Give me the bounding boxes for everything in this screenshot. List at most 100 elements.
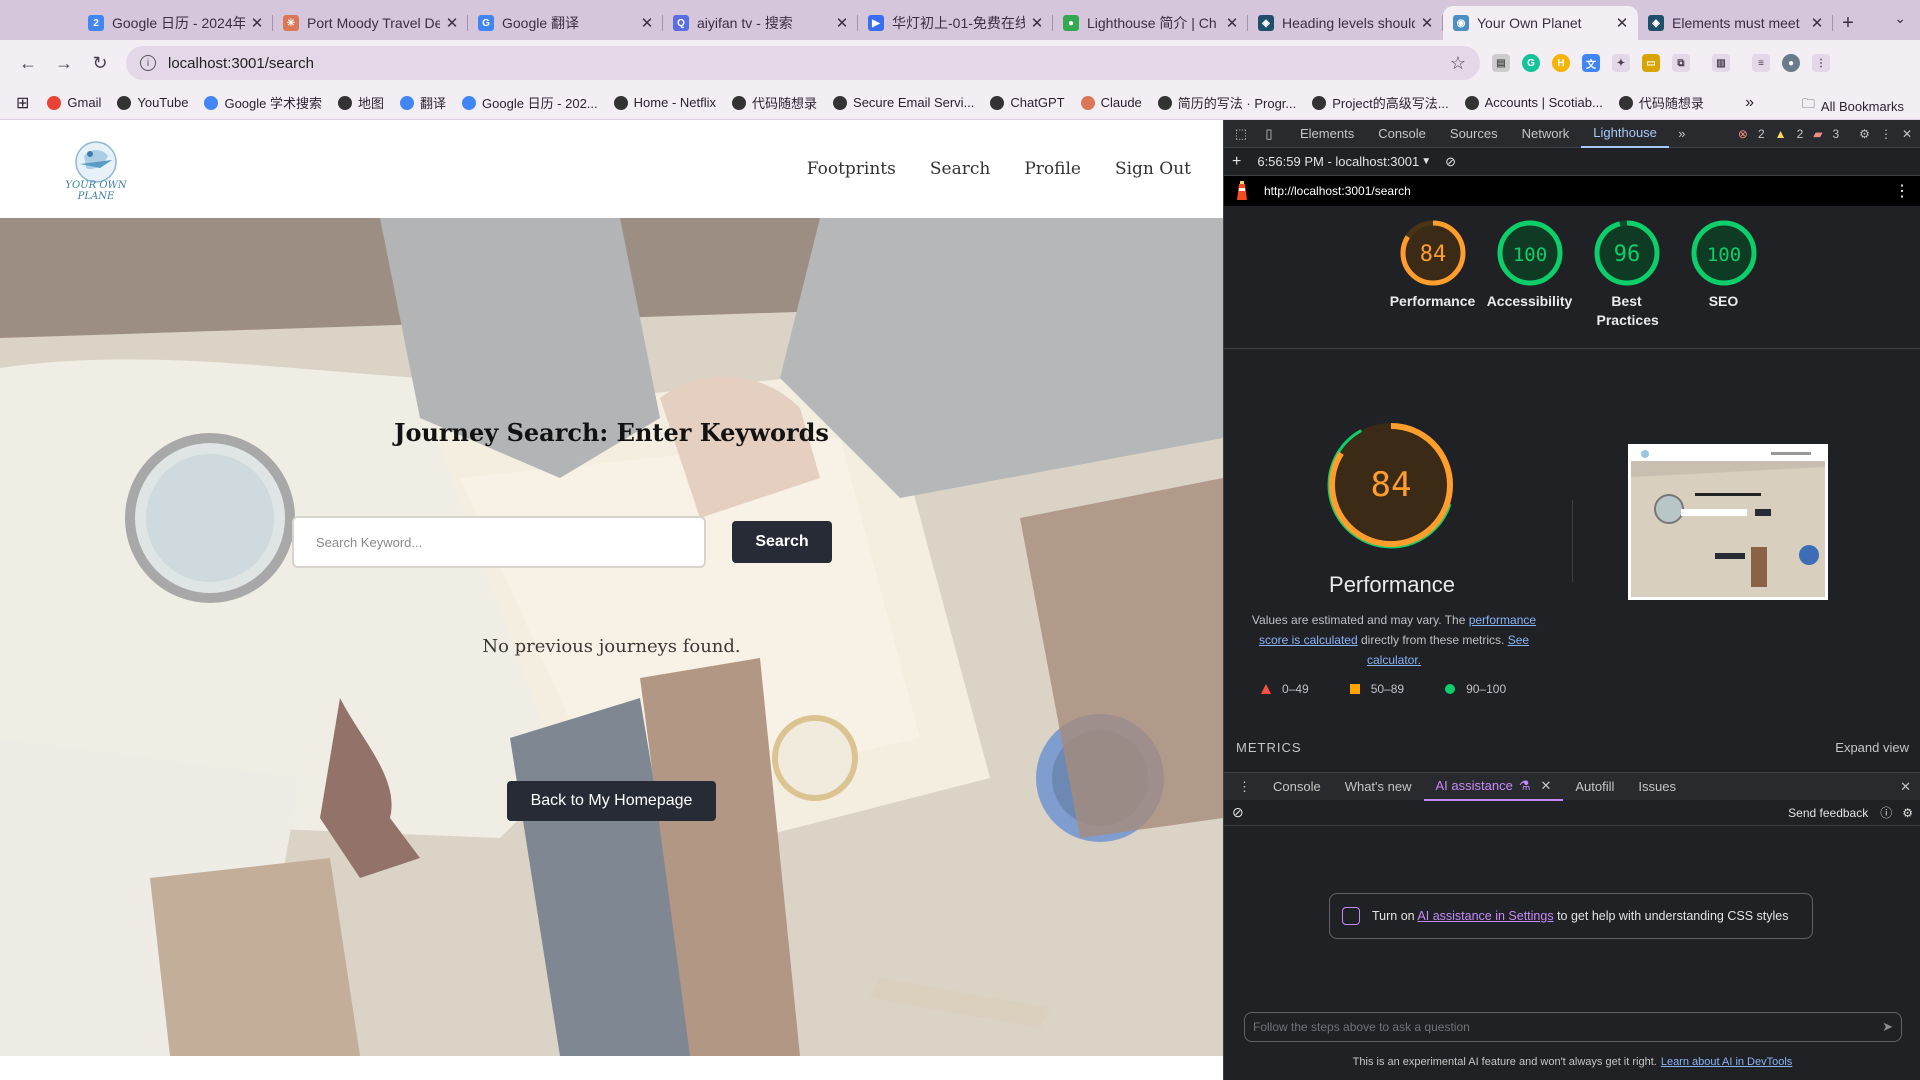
drawer-tab-console[interactable]: Console (1261, 773, 1333, 801)
close-tab-icon[interactable]: ✕ (1809, 14, 1825, 32)
bookmark-item[interactable]: 代码随想录 (1618, 93, 1704, 112)
bookmark-item[interactable]: Project的高级写法... (1312, 93, 1449, 112)
devtools-tab-console[interactable]: Console (1366, 120, 1438, 148)
close-tab-icon[interactable]: ✕ (1224, 14, 1240, 32)
nav-search[interactable]: Search (930, 159, 990, 179)
bookmark-item[interactable]: Accounts | Scotiab... (1464, 93, 1603, 112)
drawer-tab-ai-assistance[interactable]: AI assistance ⚗ ✕ (1423, 773, 1564, 801)
browser-tab[interactable]: ✳ Port Moody Travel De ✕ (273, 6, 468, 40)
translate-extension-icon[interactable]: 文 (1582, 54, 1600, 72)
expand-view-button[interactable]: Expand view (1835, 740, 1909, 766)
nav-footprints[interactable]: Footprints (807, 159, 896, 179)
close-drawer-icon[interactable]: ✕ (1900, 779, 1920, 795)
send-feedback-link[interactable]: Send feedback (1788, 806, 1868, 820)
browser-menu-icon[interactable]: ⋮ (1812, 54, 1830, 72)
close-tab-icon[interactable]: ✕ (834, 14, 850, 32)
extensions-puzzle-icon[interactable]: ⧉ (1672, 54, 1690, 72)
back-to-homepage-button[interactable]: Back to My Homepage (507, 781, 716, 821)
apps-grid-icon[interactable]: ⊞ (16, 93, 29, 113)
drawer-menu-icon[interactable]: ⋮ (1228, 779, 1261, 795)
devtools-tab-lighthouse[interactable]: Lighthouse (1581, 120, 1669, 148)
close-tab-icon[interactable]: ✕ (1614, 14, 1630, 32)
ai-settings-icon[interactable]: ⚙ (1902, 806, 1913, 820)
extension-sparkle-icon[interactable]: ✦ (1612, 54, 1630, 72)
browser-tab[interactable]: ◈ Heading levels should ✕ (1248, 6, 1443, 40)
back-button[interactable]: ← (10, 45, 46, 81)
new-report-icon[interactable]: + (1232, 153, 1241, 171)
bookmark-item[interactable]: Gmail (47, 93, 101, 112)
browser-tab[interactable]: ◉ Your Own Planet ✕ (1443, 6, 1638, 40)
ai-question-input[interactable] (1253, 1020, 1883, 1034)
clear-chat-icon[interactable]: ⊘ (1232, 804, 1244, 821)
close-tab-icon[interactable]: ✕ (1419, 14, 1435, 32)
media-controls-icon[interactable]: ≡ (1752, 54, 1770, 72)
chevron-down-icon[interactable]: ▼ (1421, 156, 1431, 167)
report-selector[interactable]: 6:56:59 PM - localhost:3001 (1257, 154, 1419, 169)
bookmark-star-icon[interactable]: ☆ (1450, 53, 1466, 74)
learn-about-ai-link[interactable]: Learn about AI in DevTools (1661, 1056, 1792, 1068)
close-tab-icon[interactable]: ✕ (1029, 14, 1045, 32)
search-keyword-input[interactable] (292, 516, 706, 568)
drawer-tab-issues[interactable]: Issues (1626, 773, 1688, 801)
bookmark-item[interactable]: Secure Email Servi... (833, 93, 974, 112)
search-button[interactable]: Search (732, 521, 832, 563)
bookmark-item[interactable]: Home - Netflix (613, 93, 716, 112)
page-screenshot-thumbnail[interactable] (1628, 444, 1828, 600)
all-bookmarks-button[interactable]: 🗀 All Bookmarks (1802, 95, 1904, 117)
drawer-tab-whats-new[interactable]: What's new (1333, 773, 1424, 801)
bookmark-item[interactable]: 翻译 (400, 93, 446, 112)
browser-tab[interactable]: Qaiyifan tv - 搜索 ✕ (663, 6, 858, 40)
report-menu-icon[interactable]: ⋮ (1894, 181, 1910, 201)
inspect-element-icon[interactable]: ⬚ (1232, 125, 1250, 143)
close-devtools-icon[interactable]: ✕ (1902, 127, 1912, 141)
drawer-tab-autofill[interactable]: Autofill (1563, 773, 1626, 801)
score-gauge[interactable]: 100 Accessibility (1481, 220, 1578, 330)
device-toolbar-icon[interactable]: ▯ (1260, 125, 1278, 143)
close-ai-tab-icon[interactable]: ✕ (1540, 778, 1551, 794)
bookmark-item[interactable]: YouTube (117, 93, 188, 112)
bookmark-item[interactable]: Google 学术搜索 (204, 93, 322, 112)
bookmark-item[interactable]: 代码随想录 (732, 93, 817, 112)
score-gauge[interactable]: 96 Best Practices (1578, 220, 1675, 330)
score-gauge[interactable]: 84 Performance (1384, 220, 1481, 330)
extension-card-icon[interactable]: ▭ (1642, 54, 1660, 72)
ai-settings-link[interactable]: AI assistance in Settings (1417, 909, 1553, 923)
reload-button[interactable]: ↻ (82, 45, 118, 81)
bookmark-item[interactable]: 地图 (338, 93, 384, 112)
clear-reports-icon[interactable]: ⊘ (1445, 154, 1456, 170)
tab-search-icon[interactable]: ⌄ (1894, 10, 1906, 27)
address-bar[interactable]: i localhost:3001/search ☆ (126, 46, 1480, 80)
settings-gear-icon[interactable]: ⚙ (1859, 127, 1870, 141)
nav-profile[interactable]: Profile (1024, 159, 1081, 179)
bookmark-item[interactable]: 简历的写法 · Progr... (1157, 93, 1296, 112)
devtools-counters[interactable]: ⊗ 2 ▲ 2 ▰ 3 ⚙ ⋮ ✕ (1738, 127, 1912, 141)
bookmark-item[interactable]: Claude (1080, 93, 1142, 112)
more-tabs-icon[interactable]: » (1673, 125, 1691, 143)
browser-tab[interactable]: 2 Google 日历 - 2024年 ✕ (78, 6, 273, 40)
close-tab-icon[interactable]: ✕ (249, 14, 265, 32)
browser-tab[interactable]: ◈ Elements must meet ✕ (1638, 6, 1833, 40)
performance-big-gauge[interactable]: 84 (1326, 420, 1456, 550)
browser-tab[interactable]: ▶ 华灯初上-01-免费在线 ✕ (858, 6, 1053, 40)
close-tab-icon[interactable]: ✕ (639, 14, 655, 32)
reading-list-icon[interactable]: ▥ (1712, 54, 1730, 72)
site-info-icon[interactable]: i (140, 55, 156, 71)
devtools-tab-network[interactable]: Network (1510, 120, 1582, 148)
new-tab-button[interactable]: + (1833, 6, 1863, 40)
close-tab-icon[interactable]: ✕ (444, 14, 460, 32)
nav-sign-out[interactable]: Sign Out (1115, 159, 1191, 179)
grammarly-icon[interactable]: G (1522, 54, 1540, 72)
bookmark-item[interactable]: Google 日历 - 202... (462, 93, 598, 112)
devtools-tab-sources[interactable]: Sources (1438, 120, 1510, 148)
help-icon[interactable]: ⓘ (1880, 804, 1892, 821)
address-url[interactable]: localhost:3001/search (168, 55, 1450, 72)
extension-doc-icon[interactable]: ▤ (1492, 54, 1510, 72)
browser-tab[interactable]: G Google 翻译 ✕ (468, 6, 663, 40)
extension-h-icon[interactable]: H (1552, 54, 1570, 72)
devtools-menu-icon[interactable]: ⋮ (1880, 127, 1892, 141)
score-gauge[interactable]: 100 SEO (1675, 220, 1772, 330)
forward-button[interactable]: → (46, 45, 82, 81)
devtools-tab-elements[interactable]: Elements (1288, 120, 1366, 148)
bookmarks-overflow-button[interactable]: » (1745, 94, 1754, 112)
browser-tab[interactable]: ● Lighthouse 简介 | Ch ✕ (1053, 6, 1248, 40)
